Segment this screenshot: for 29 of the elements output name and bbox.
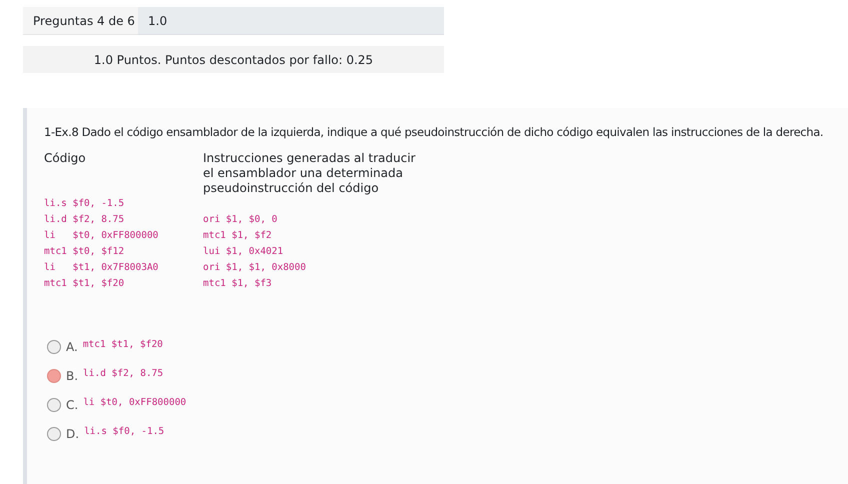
code-heading: Código [44,151,87,167]
code-line: mtc1 $1, $f3 [203,277,272,291]
points-info: 1.0 Puntos. Puntos descontados por fallo: 0.25 [23,46,444,73]
question-text: 1-Ex.8 Dado el código ensamblador de la izquierda, indique a qué pseudoinstrucción de dicho código equivalen las instrucciones de la derecha. [44,125,824,139]
option-code: mtc1 $t1, $f20 [82,338,163,352]
code-line: mtc1 $1, $f2 [203,229,272,243]
code-line: mtc1 $t1, $f20 [44,277,124,291]
option-code: li.d $f2, 8.75 [83,367,164,381]
code-line: li $t0, 0xFF800000 [44,229,158,243]
radio-button[interactable] [47,369,61,383]
radio-button[interactable] [47,340,61,354]
option-code: li.s $f0, -1.5 [84,425,164,439]
code-line: ori $1, $1, 0x8000 [203,261,306,275]
code-line: ori $1, $0, 0 [203,213,278,227]
radio-button[interactable] [47,427,61,441]
option-letter: A. [66,340,78,354]
option-letter: C. [66,398,78,412]
grade-value: 1.0 [138,7,444,35]
question-counter: Preguntas 4 de 6 [23,7,138,35]
instructions-heading: Instrucciones generadas al traducir el ensamblador una determinada pseudoinstrucción del código [203,151,416,196]
radio-button[interactable] [47,398,61,412]
code-line: li $t1, 0x7F8003A0 [44,261,158,275]
code-line: li.d $f2, 8.75 [44,213,124,227]
option-letter: D. [66,427,80,441]
code-line: lui $1, 0x4021 [203,245,284,259]
option-code: li $t0, 0xFF800000 [83,396,186,410]
option-letter: B. [66,369,78,383]
code-line: li.s $f0, -1.5 [44,197,124,211]
code-line: mtc1 $t0, $f12 [44,245,124,259]
